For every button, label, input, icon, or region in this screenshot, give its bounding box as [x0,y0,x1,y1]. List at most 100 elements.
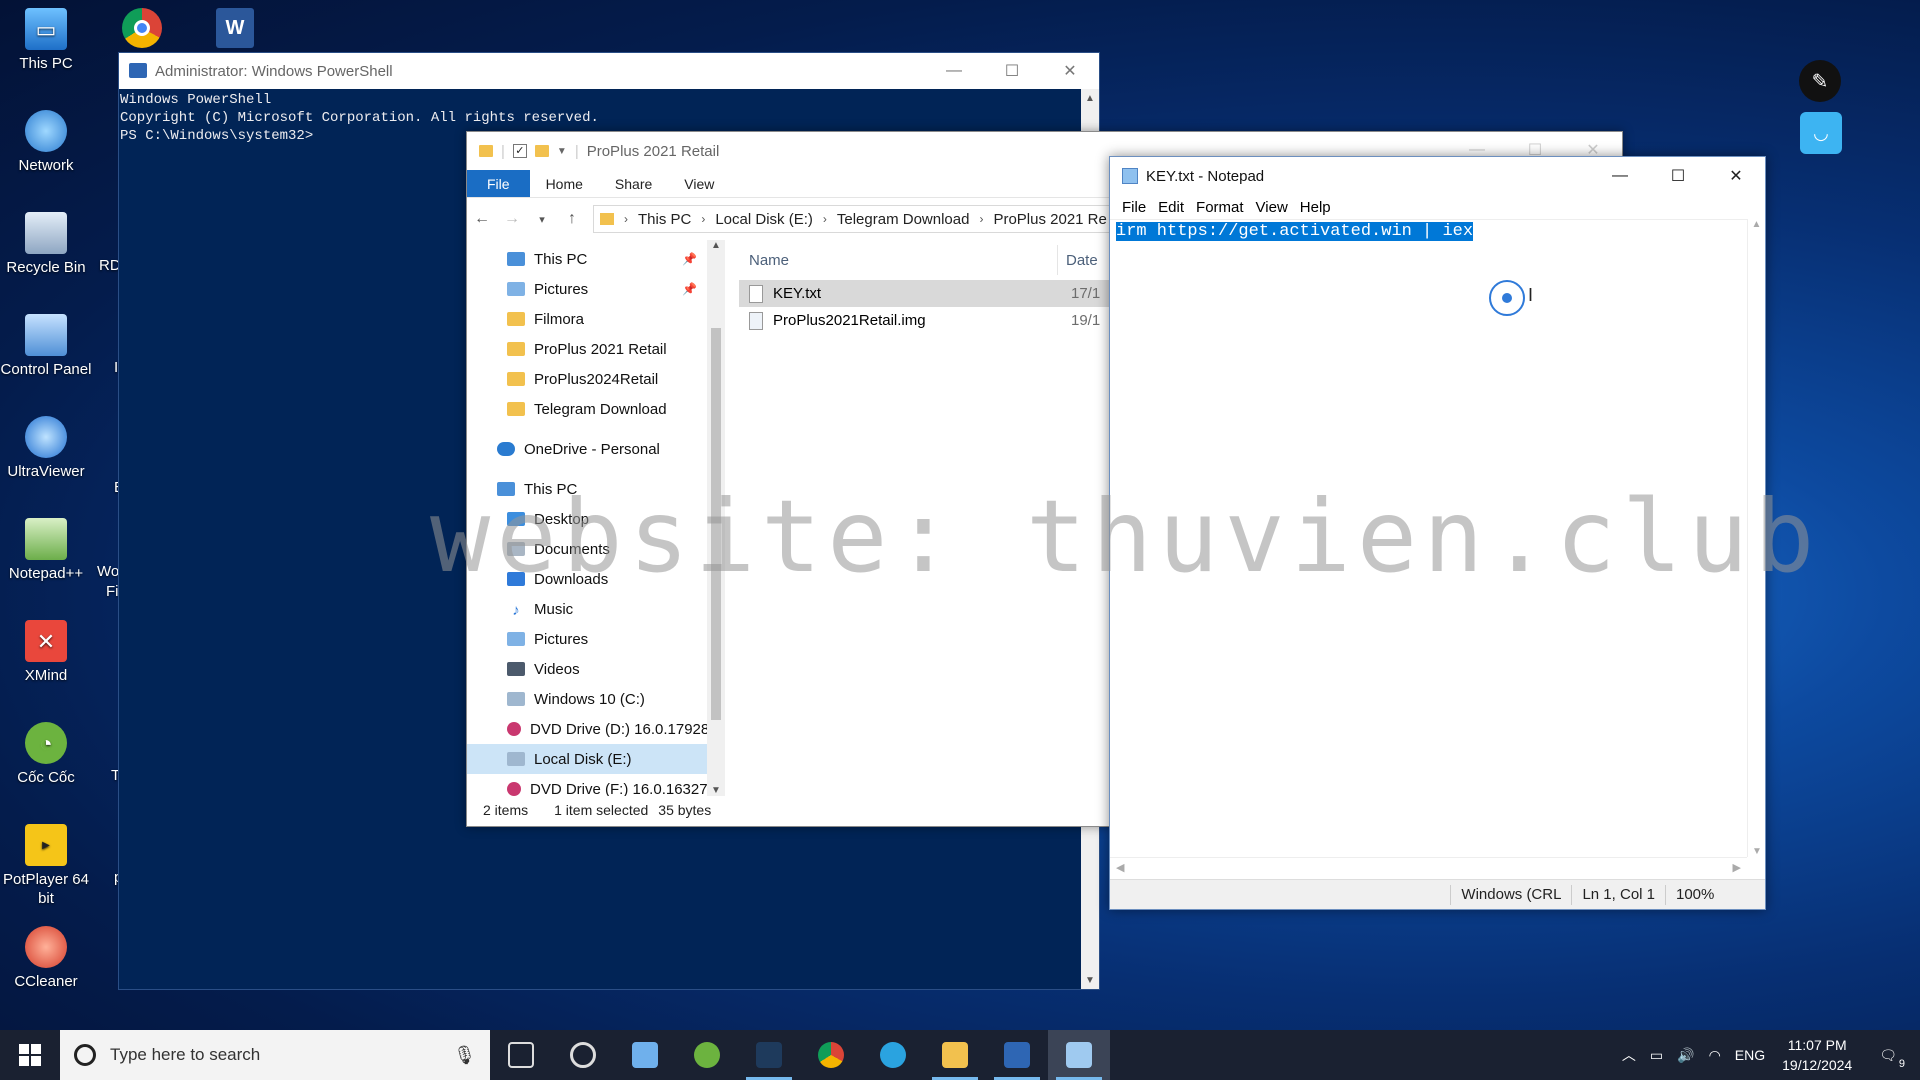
column-header-date[interactable]: Date [1066,252,1098,269]
nav-item-downloads[interactable]: Downloads [467,564,707,594]
powershell-titlebar[interactable]: Administrator: Windows PowerShell — ☐ ✕ [119,53,1099,89]
volume-icon[interactable]: 🔊 [1670,1047,1701,1064]
taskbar-app-coccoc[interactable] [676,1030,738,1080]
scroll-up-icon[interactable]: ▲ [1081,89,1099,107]
minimize-button[interactable]: — [925,53,983,89]
breadcrumb-item[interactable]: Local Disk (E:) [715,211,813,228]
horizontal-scrollbar[interactable]: ◀ ▶ [1110,857,1747,879]
scroll-down-icon[interactable]: ▼ [1748,846,1766,857]
notification-center-button[interactable]: 🗨 9 [1862,1047,1920,1070]
desktop-icon-xmind[interactable]: ✕ XMind [0,620,92,685]
microphone-icon[interactable]: 🎙 [453,1045,476,1066]
taskbar-app-powershell[interactable] [986,1030,1048,1080]
chrome-icon[interactable] [122,8,162,48]
text-editor[interactable]: irm https://get.activated.win | iex [1110,219,1747,857]
taskbar-app-chrome[interactable] [800,1030,862,1080]
menu-format[interactable]: Format [1190,199,1250,216]
battery-icon[interactable]: ▭ [1643,1047,1670,1064]
nav-item-proplus-2024[interactable]: ProPlus2024Retail [467,364,707,394]
menu-view[interactable]: View [1250,199,1294,216]
nav-item-filmora[interactable]: Filmora [467,304,707,334]
nav-item-this-pc[interactable]: This PC [467,474,707,504]
taskbar-app-notepad[interactable] [1048,1030,1110,1080]
breadcrumb-item[interactable]: Telegram Download [837,211,970,228]
control-panel-icon [25,314,67,356]
customize-toolbar-icon[interactable]: ▼ [557,146,567,157]
nav-item-telegram-download[interactable]: Telegram Download [467,394,707,424]
minimize-button[interactable]: — [1591,157,1649,195]
scroll-down-icon[interactable]: ▼ [1081,971,1099,989]
nav-item-dvd-f[interactable]: DVD Drive (F:) 16.0.16327. [467,774,707,796]
taskbar-search-box[interactable]: Type here to search 🎙 [60,1030,490,1080]
show-hidden-icons-icon[interactable]: ︿ [1615,1045,1643,1065]
taskbar-app-control-panel[interactable] [614,1030,676,1080]
tab-home[interactable]: Home [530,170,599,197]
scroll-left-icon[interactable]: ◀ [1116,861,1124,874]
menu-help[interactable]: Help [1294,199,1337,216]
nav-item-desktop[interactable]: Desktop [467,504,707,534]
nav-item-local-disk-e[interactable]: Local Disk (E:) [467,744,707,774]
breadcrumb-item[interactable]: ProPlus 2021 Re [993,211,1106,228]
scrollbar-thumb[interactable] [711,328,721,720]
maximize-button[interactable]: ☐ [983,53,1041,89]
recent-locations-icon[interactable]: ▾ [527,213,557,226]
clock-time: 11:07 PM [1787,1037,1847,1053]
scroll-right-icon[interactable]: ▶ [1733,861,1741,874]
desktop-icon-control-panel[interactable]: Control Panel [0,314,92,379]
tab-file[interactable]: File [467,170,530,197]
nav-item-dvd-d[interactable]: DVD Drive (D:) 16.0.17928 [467,714,707,744]
close-button[interactable]: ✕ [1707,157,1765,195]
wifi-icon[interactable]: ◠ [1702,1047,1728,1064]
menu-edit[interactable]: Edit [1152,199,1190,216]
taskbar-app-file-explorer[interactable] [924,1030,986,1080]
desktop-icon-network[interactable]: Network [0,110,92,175]
nav-item-documents[interactable]: Documents [467,534,707,564]
pen-tool-icon[interactable]: ✎ [1799,60,1841,102]
taskbar-app-lens[interactable] [552,1030,614,1080]
screen-recorder-icon[interactable]: ◡ [1800,112,1842,154]
back-arrow-icon[interactable]: ← [467,210,497,228]
menu-file[interactable]: File [1116,199,1152,216]
new-folder-icon[interactable] [534,145,549,157]
nav-item-drive-c[interactable]: Windows 10 (C:) [467,684,707,714]
column-header-name[interactable]: Name [729,252,1057,269]
scroll-up-icon[interactable]: ▲ [1748,219,1765,230]
nav-item-videos[interactable]: Videos [467,654,707,684]
nav-item-onedrive[interactable]: OneDrive - Personal [467,434,707,464]
language-indicator[interactable]: ENG [1728,1047,1772,1063]
notepad-titlebar[interactable]: KEY.txt - Notepad — ☐ ✕ [1110,157,1765,195]
nav-item-pictures-pinned[interactable]: Pictures 📌 [467,274,707,304]
taskbar-app-telegram[interactable] [862,1030,924,1080]
close-button[interactable]: ✕ [1041,53,1099,89]
desktop-icon-coccoc[interactable]: ◔ Cốc Cốc [0,722,92,787]
properties-icon[interactable]: ✓ [512,144,527,158]
breadcrumb-item[interactable]: This PC [638,211,691,228]
desktop-icon-this-pc[interactable]: ▭ This PC [0,8,92,73]
forward-arrow-icon[interactable]: → [497,210,527,228]
notepad-window[interactable]: KEY.txt - Notepad — ☐ ✕ File Edit Format… [1109,156,1766,910]
desktop-icon-notepadpp[interactable]: Notepad++ [0,518,92,583]
desktop-icon-potplayer[interactable]: ▶ PotPlayer 64 bit [0,824,92,908]
scroll-up-icon[interactable]: ▲ [707,240,725,251]
task-view-button[interactable] [490,1030,552,1080]
clock[interactable]: 11:07 PM 19/12/2024 [1772,1035,1862,1075]
maximize-button[interactable]: ☐ [1649,157,1707,195]
nav-item-this-pc-pinned[interactable]: This PC 📌 [467,244,707,274]
breadcrumb[interactable]: › This PC › Local Disk (E:) › Telegram D… [593,205,1153,233]
file-row[interactable]: KEY.txt 17/1 [739,280,1139,307]
nav-item-proplus-2021[interactable]: ProPlus 2021 Retail [467,334,707,364]
taskbar-app-terminal[interactable] [738,1030,800,1080]
nav-item-pictures[interactable]: Pictures [467,624,707,654]
vertical-scrollbar[interactable]: ▲ ▼ [1747,219,1765,857]
desktop-icon-ultraviewer[interactable]: UltraViewer [0,416,92,481]
desktop-icon-ccleaner[interactable]: CCleaner [0,926,92,991]
word-icon[interactable]: W [216,8,254,48]
file-row[interactable]: ProPlus2021Retail.img 19/1 [739,307,1139,334]
start-button[interactable] [0,1030,60,1080]
tab-view[interactable]: View [668,170,730,197]
desktop-icon-recycle-bin[interactable]: Recycle Bin [0,212,92,277]
up-arrow-icon[interactable]: ↑ [557,210,587,228]
nav-item-music[interactable]: ♪ Music [467,594,707,624]
tab-share[interactable]: Share [599,170,668,197]
nav-scrollbar[interactable]: ▲ ▼ [707,240,725,796]
